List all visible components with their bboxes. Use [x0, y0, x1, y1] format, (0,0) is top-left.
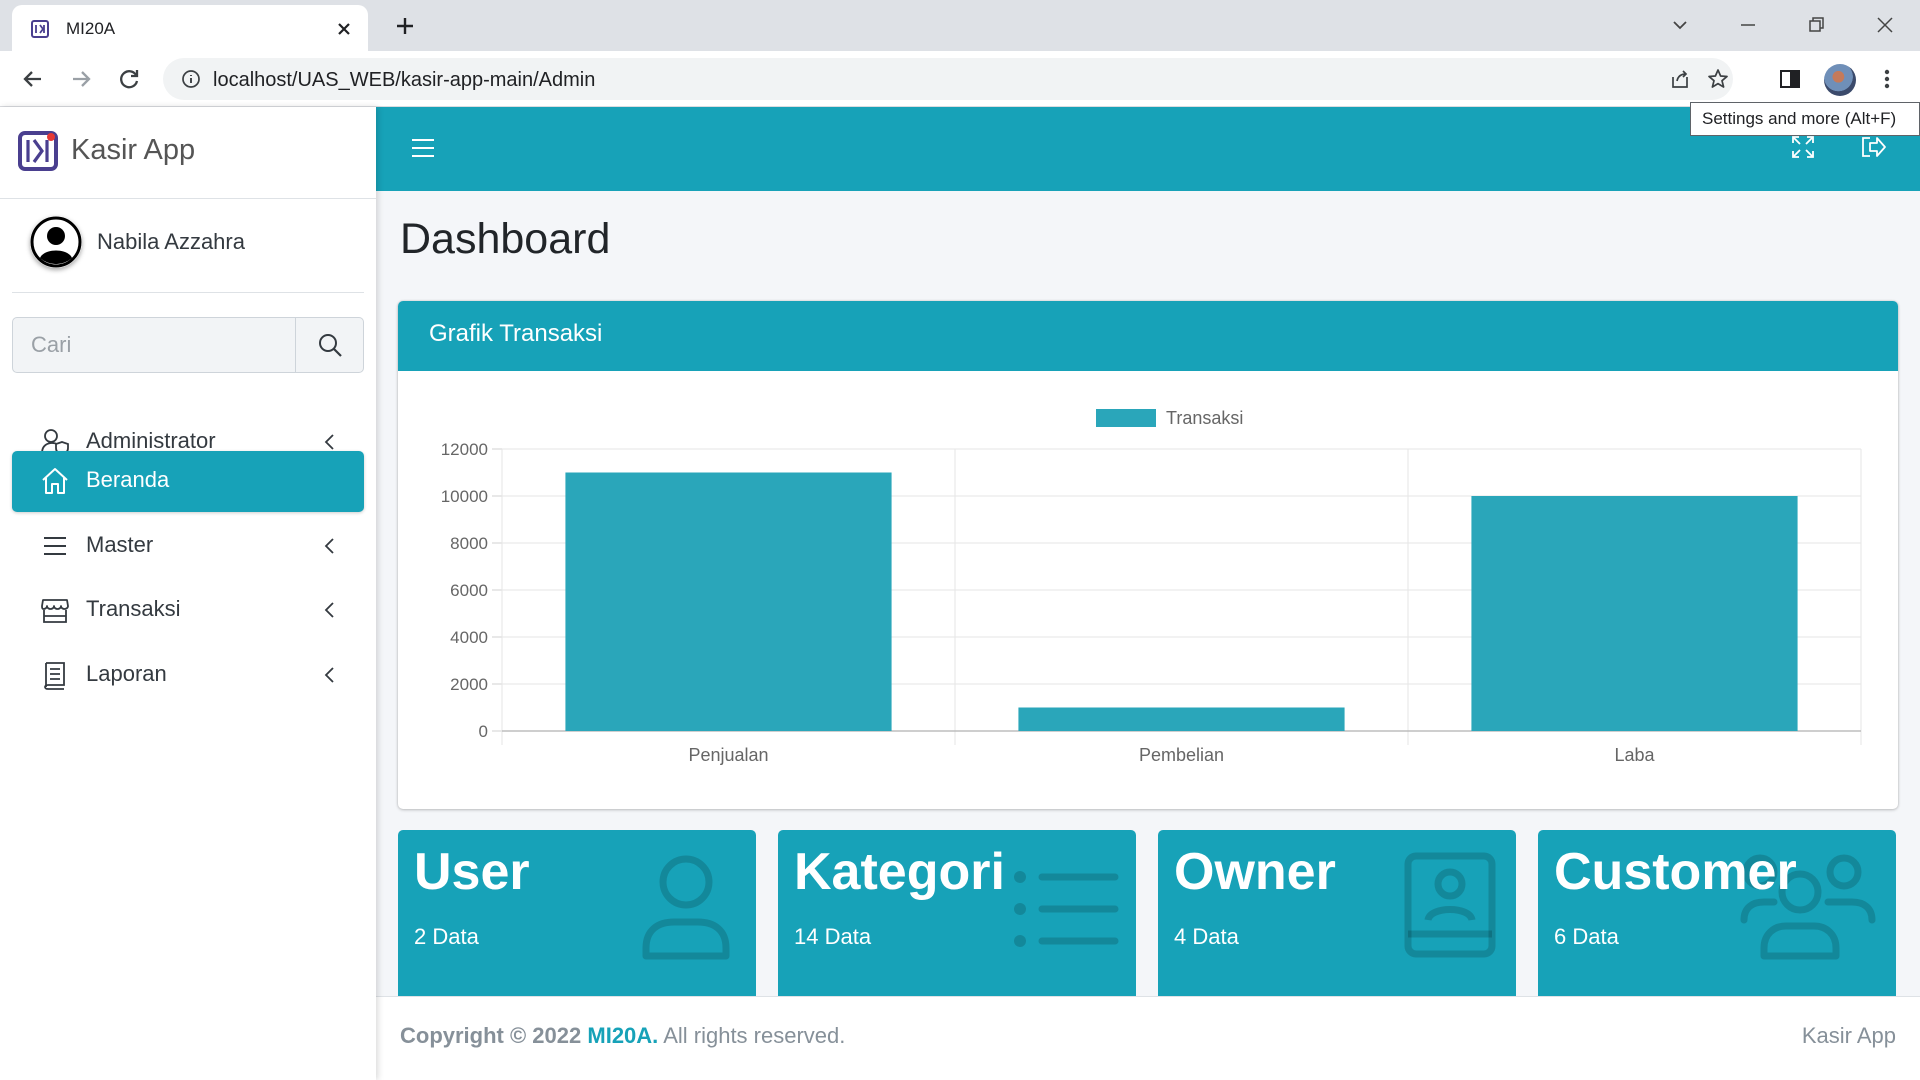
- stat-box-subtitle: 6 Data: [1554, 924, 1619, 949]
- y-tick-label: 6000: [450, 581, 488, 600]
- chevron-left-icon: [324, 434, 334, 450]
- avatar: [30, 216, 82, 268]
- sidebar-item-master[interactable]: Master: [12, 516, 364, 576]
- browser-tab[interactable]: MI20A: [12, 5, 368, 51]
- user-icon: [642, 855, 730, 960]
- y-tick-label: 2000: [450, 675, 488, 694]
- browser-tabstrip: MI20A: [0, 0, 1920, 51]
- close-window-icon[interactable]: [1870, 10, 1900, 40]
- bookmark-star-icon[interactable]: [1706, 67, 1730, 91]
- y-tick-label: 4000: [450, 628, 488, 647]
- browser-toolbar: localhost/UAS_WEB/kasir-app-main/Admin: [0, 51, 1920, 107]
- site-info-icon[interactable]: [181, 69, 201, 89]
- tab-search-icon[interactable]: [1665, 10, 1695, 40]
- settings-tooltip: Settings and more (Alt+F): [1690, 102, 1920, 136]
- main-content: Dashboard Grafik Transaksi Transaksi 0 200…: [376, 191, 1920, 996]
- chevron-left-icon: [324, 602, 334, 618]
- address-bar[interactable]: localhost/UAS_WEB/kasir-app-main/Admin: [163, 58, 1733, 100]
- y-tick-label: 0: [479, 722, 488, 741]
- search-input[interactable]: [13, 318, 295, 372]
- bar-penjualan: [565, 472, 892, 731]
- new-tab-icon[interactable]: [390, 11, 420, 41]
- logout-icon[interactable]: [1859, 134, 1887, 160]
- sidebar-item-beranda[interactable]: Beranda: [12, 451, 364, 512]
- share-icon[interactable]: [1669, 68, 1691, 90]
- report-icon: [44, 662, 65, 690]
- app-logo-icon: [18, 131, 58, 171]
- stat-box-title: Customer: [1554, 843, 1797, 901]
- footer-app-name: Kasir App: [1801, 1023, 1896, 1048]
- transaction-bar-chart: Transaksi 0 2000 4000 6000 8000 10000 12000 Penj…: [441, 408, 1862, 765]
- brand-link[interactable]: Kasir App: [0, 107, 376, 199]
- chevron-left-icon: [324, 667, 334, 683]
- list-icon: [44, 537, 66, 555]
- top-navbar: [376, 107, 1920, 191]
- search-button[interactable]: [295, 318, 363, 372]
- user-panel[interactable]: Nabila Azzahra: [12, 199, 364, 293]
- restore-icon[interactable]: [1801, 10, 1831, 40]
- sidebar-item-label: Master: [86, 532, 154, 557]
- bar-pembelian: [1018, 707, 1345, 731]
- sidebar-item-label: Transaksi: [86, 596, 181, 621]
- stat-box-title: User: [414, 843, 530, 901]
- reload-icon[interactable]: [115, 65, 143, 93]
- contact-book-icon: [1404, 852, 1496, 958]
- side-panel-icon[interactable]: [1776, 65, 1804, 93]
- favicon-icon: [31, 20, 49, 38]
- page-title: Dashboard: [400, 215, 611, 263]
- legend-swatch: [1096, 409, 1156, 427]
- copyright-text: Copyright © 2022: [400, 1023, 588, 1048]
- stat-box-user[interactable]: User 2 Data: [398, 830, 756, 996]
- stat-box-kategori[interactable]: Kategori 14 Data: [778, 830, 1136, 996]
- stat-box-subtitle: 14 Data: [794, 924, 872, 949]
- sidebar-search: [12, 317, 364, 373]
- x-tick-label: Laba: [1614, 745, 1655, 765]
- y-tick-label: 10000: [441, 487, 488, 506]
- y-tick-label: 8000: [450, 534, 488, 553]
- footer: Copyright © 2022 MI20A. All rights reser…: [376, 996, 1920, 1080]
- list-icon: [1014, 871, 1119, 947]
- footer-copyright: Copyright © 2022 MI20A. All rights reser…: [400, 1023, 845, 1049]
- chart-card-title: Grafik Transaksi: [429, 320, 603, 347]
- fullscreen-icon[interactable]: [1790, 134, 1816, 160]
- chevron-left-icon: [324, 538, 334, 554]
- sidebar: Kasir App Nabila Azzahra Administrato: [0, 107, 376, 1080]
- stat-box-owner[interactable]: Owner 4 Data: [1158, 830, 1516, 996]
- stat-box-subtitle: 4 Data: [1174, 924, 1239, 949]
- sidebar-item-label: Beranda: [86, 467, 170, 492]
- x-tick-label: Pembelian: [1139, 745, 1224, 765]
- chart-card-header: Grafik Transaksi: [398, 301, 1898, 371]
- user-avatar-icon: [30, 216, 82, 268]
- stat-box-subtitle: 2 Data: [414, 924, 479, 949]
- sidebar-item-label: Laporan: [86, 661, 167, 686]
- footer-brand-link[interactable]: MI20A.: [587, 1023, 658, 1048]
- url-text: localhost/UAS_WEB/kasir-app-main/Admin: [213, 69, 596, 91]
- profile-avatar[interactable]: [1824, 64, 1856, 96]
- legend-label: Transaksi: [1166, 408, 1243, 428]
- sidebar-item-transaksi[interactable]: Transaksi: [12, 580, 364, 640]
- bar-laba: [1471, 496, 1798, 731]
- user-name: Nabila Azzahra: [97, 229, 245, 254]
- minimize-icon[interactable]: [1733, 10, 1763, 40]
- hamburger-menu-icon[interactable]: [410, 135, 436, 161]
- stat-box-title: Kategori: [794, 843, 1005, 901]
- y-tick-label: 12000: [441, 440, 488, 459]
- brand-name: Kasir App: [71, 134, 196, 166]
- chart-card: Grafik Transaksi Transaksi 0 2000 4000 6000 8…: [398, 301, 1898, 809]
- tab-close-icon[interactable]: [334, 19, 354, 39]
- stat-box-title: Owner: [1174, 843, 1336, 901]
- sidebar-item-laporan[interactable]: Laporan: [12, 645, 364, 705]
- more-menu-icon[interactable]: [1873, 65, 1901, 93]
- x-tick-label: Penjualan: [688, 745, 768, 765]
- back-icon[interactable]: [19, 65, 47, 93]
- store-icon: [41, 599, 69, 623]
- forward-icon[interactable]: [67, 65, 95, 93]
- stat-box-customer[interactable]: Customer 6 Data: [1538, 830, 1896, 996]
- rights-text: All rights reserved.: [658, 1023, 846, 1048]
- home-icon: [42, 468, 68, 494]
- tab-title: MI20A: [66, 19, 116, 38]
- search-icon: [319, 334, 342, 357]
